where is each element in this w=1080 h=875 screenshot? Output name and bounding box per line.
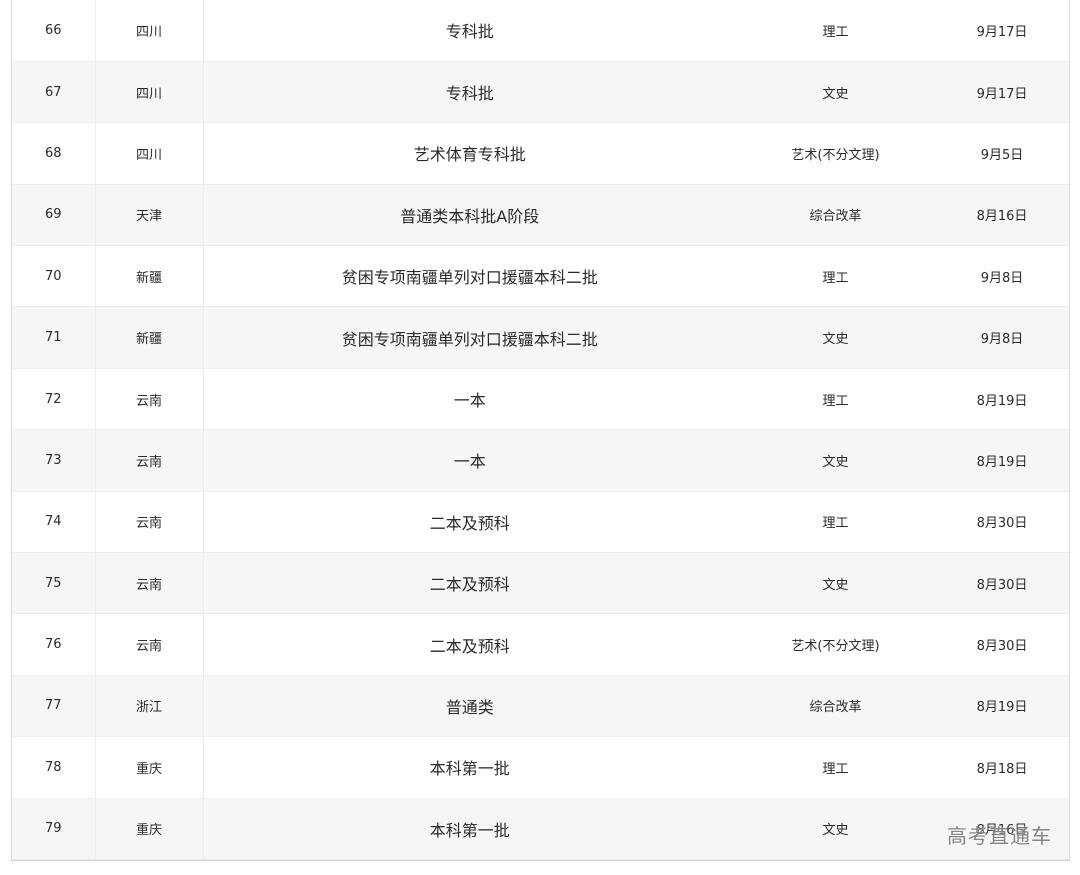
table-row: 68 四川 艺术体育专科批 艺术(不分文理) 9月5日 <box>12 122 1069 185</box>
table-row: 73 云南 一本 文史 8月19日 <box>12 429 1069 492</box>
date-cell: 8月19日 <box>935 429 1069 492</box>
date-cell: 8月30日 <box>935 613 1069 676</box>
date-cell: 9月8日 <box>935 306 1069 369</box>
subject-type-cell: 文史 <box>736 429 935 492</box>
province-cell: 浙江 <box>95 675 204 738</box>
subject-type-cell: 文史 <box>736 61 935 124</box>
date-cell: 9月17日 <box>935 61 1069 124</box>
admission-schedule-table: 66 四川 专科批 理工 9月17日 67 四川 专科批 文史 9月17日 68… <box>12 0 1069 860</box>
batch-cell: 艺术体育专科批 <box>203 122 736 185</box>
batch-cell: 本科第一批 <box>203 798 736 860</box>
batch-cell: 普通类本科批A阶段 <box>203 184 736 247</box>
table-row: 74 云南 二本及预科 理工 8月30日 <box>12 491 1069 554</box>
table-row: 79 重庆 本科第一批 文史 8月16日 <box>12 798 1069 860</box>
row-number: 76 <box>12 613 96 676</box>
table-row: 66 四川 专科批 理工 9月17日 <box>12 0 1069 62</box>
date-cell: 8月30日 <box>935 491 1069 554</box>
batch-cell: 二本及预科 <box>203 491 736 554</box>
province-cell: 重庆 <box>95 736 204 799</box>
table-row: 75 云南 二本及预科 文史 8月30日 <box>12 552 1069 615</box>
province-cell: 四川 <box>95 0 204 62</box>
table-body: 66 四川 专科批 理工 9月17日 67 四川 专科批 文史 9月17日 68… <box>12 0 1069 860</box>
date-cell: 9月5日 <box>935 122 1069 185</box>
row-number: 70 <box>12 245 96 308</box>
row-number: 77 <box>12 675 96 738</box>
subject-type-cell: 文史 <box>736 306 935 369</box>
province-cell: 云南 <box>95 491 204 554</box>
table-row: 71 新疆 贫困专项南疆单列对口援疆本科二批 文史 9月8日 <box>12 306 1069 369</box>
batch-cell: 专科批 <box>203 61 736 124</box>
table-row: 67 四川 专科批 文史 9月17日 <box>12 61 1069 124</box>
subject-type-cell: 理工 <box>736 491 935 554</box>
province-cell: 云南 <box>95 368 204 431</box>
date-cell: 9月17日 <box>935 0 1069 62</box>
date-cell: 9月8日 <box>935 245 1069 308</box>
batch-cell: 一本 <box>203 429 736 492</box>
row-number: 78 <box>12 736 96 799</box>
province-cell: 云南 <box>95 613 204 676</box>
table-row: 69 天津 普通类本科批A阶段 综合改革 8月16日 <box>12 184 1069 247</box>
date-cell: 8月30日 <box>935 552 1069 615</box>
date-cell: 8月18日 <box>935 736 1069 799</box>
table-row: 72 云南 一本 理工 8月19日 <box>12 368 1069 431</box>
row-number: 72 <box>12 368 96 431</box>
row-number: 68 <box>12 122 96 185</box>
row-number: 73 <box>12 429 96 492</box>
date-cell: 8月19日 <box>935 368 1069 431</box>
date-cell: 8月16日 <box>935 184 1069 247</box>
subject-type-cell: 理工 <box>736 245 935 308</box>
row-number: 69 <box>12 184 96 247</box>
row-number: 75 <box>12 552 96 615</box>
table-row: 70 新疆 贫困专项南疆单列对口援疆本科二批 理工 9月8日 <box>12 245 1069 308</box>
table-row: 78 重庆 本科第一批 理工 8月18日 <box>12 736 1069 799</box>
province-cell: 新疆 <box>95 306 204 369</box>
row-number: 66 <box>12 0 96 62</box>
subject-type-cell: 理工 <box>736 736 935 799</box>
batch-cell: 一本 <box>203 368 736 431</box>
batch-cell: 二本及预科 <box>203 552 736 615</box>
province-cell: 云南 <box>95 429 204 492</box>
batch-cell: 二本及预科 <box>203 613 736 676</box>
province-cell: 四川 <box>95 122 204 185</box>
province-cell: 四川 <box>95 61 204 124</box>
subject-type-cell: 综合改革 <box>736 184 935 247</box>
row-number: 74 <box>12 491 96 554</box>
date-cell: 8月19日 <box>935 675 1069 738</box>
subject-type-cell: 艺术(不分文理) <box>736 613 935 676</box>
subject-type-cell: 综合改革 <box>736 675 935 738</box>
watermark-text: 高考直通车 <box>947 824 1052 848</box>
batch-cell: 贫困专项南疆单列对口援疆本科二批 <box>203 245 736 308</box>
subject-type-cell: 理工 <box>736 368 935 431</box>
row-number: 71 <box>12 306 96 369</box>
batch-cell: 本科第一批 <box>203 736 736 799</box>
table-row: 77 浙江 普通类 综合改革 8月19日 <box>12 675 1069 738</box>
subject-type-cell: 文史 <box>736 798 935 860</box>
province-cell: 重庆 <box>95 798 204 860</box>
row-number: 79 <box>12 798 96 860</box>
province-cell: 新疆 <box>95 245 204 308</box>
province-cell: 云南 <box>95 552 204 615</box>
row-number: 67 <box>12 61 96 124</box>
province-cell: 天津 <box>95 184 204 247</box>
batch-cell: 贫困专项南疆单列对口援疆本科二批 <box>203 306 736 369</box>
subject-type-cell: 文史 <box>736 552 935 615</box>
subject-type-cell: 艺术(不分文理) <box>736 122 935 185</box>
batch-cell: 专科批 <box>203 0 736 62</box>
batch-cell: 普通类 <box>203 675 736 738</box>
table-row: 76 云南 二本及预科 艺术(不分文理) 8月30日 <box>12 613 1069 676</box>
admission-table: 66 四川 专科批 理工 9月17日 67 四川 专科批 文史 9月17日 68… <box>11 0 1070 861</box>
subject-type-cell: 理工 <box>736 0 935 62</box>
